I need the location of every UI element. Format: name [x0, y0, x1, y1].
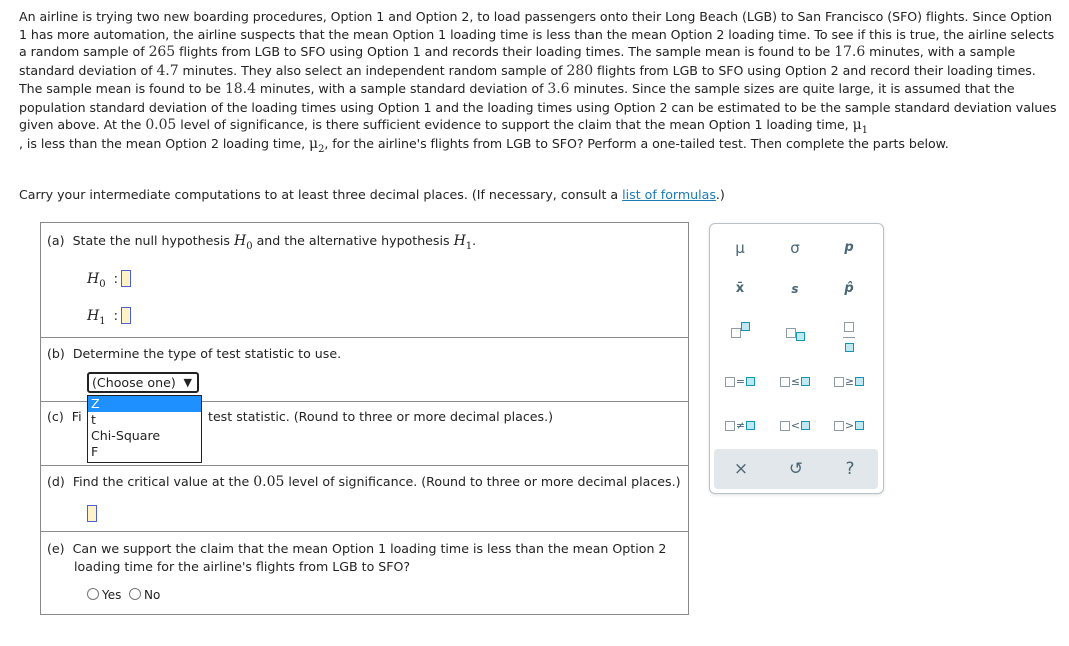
problem-text: flights from LGB to SFO using Option 1 a…	[175, 44, 835, 59]
h0-label: H0	[87, 270, 106, 290]
part-a: (a) State the null hypothesis H0 and the…	[41, 223, 688, 337]
superscript-button[interactable]	[715, 317, 765, 347]
part-c-label: (c)	[47, 409, 64, 424]
instructions: Carry your intermediate computations to …	[19, 187, 725, 202]
less-than-button[interactable]: <	[770, 410, 820, 440]
s-button[interactable]: s	[770, 274, 820, 304]
h1-symbol: H1	[453, 233, 473, 252]
radio-yes[interactable]: Yes	[87, 588, 121, 602]
problem-text: , is less than the mean Option 2 loading…	[19, 135, 310, 151]
equals-button[interactable]: =	[715, 366, 765, 396]
option-f[interactable]: F	[88, 444, 201, 460]
sigma-button[interactable]: σ	[770, 233, 820, 263]
base-box-icon	[730, 327, 741, 338]
part-d-text: Find the critical value at the	[72, 474, 254, 489]
yes-no-radio-group: Yes No	[87, 588, 160, 602]
problem-text: minutes. They also select an independent…	[178, 62, 567, 78]
subscript-box-icon	[795, 332, 805, 341]
n2-value: 280	[566, 62, 594, 79]
mu-button[interactable]: μ	[715, 233, 765, 263]
sd2-value: 3.6	[547, 81, 570, 97]
palette-footer: × ↺ ?	[714, 449, 878, 489]
part-c-text-end: test statistic. (Round to three or more …	[208, 409, 554, 424]
exponent-box-icon	[740, 322, 750, 331]
part-a-label: (a)	[47, 233, 65, 248]
alt-hypothesis-input[interactable]	[120, 307, 131, 324]
numerator-box-icon	[844, 321, 854, 332]
critical-value-input[interactable]	[87, 505, 97, 522]
null-hypothesis-row: H0:	[87, 270, 131, 290]
question-box: (a) State the null hypothesis H0 and the…	[40, 222, 689, 615]
h0-symbol: H0	[233, 233, 253, 252]
part-d-prompt: (d) Find the critical value at the 0.05 …	[47, 474, 681, 490]
fraction-button[interactable]	[824, 317, 874, 352]
formulas-link[interactable]: list of formulas	[622, 187, 716, 202]
math-palette: μ σ p x̄ s p̂ = ≤ ≥ ≠ < > × ↺ ?	[709, 223, 884, 494]
test-statistic-select[interactable]: (Choose one) ▼	[87, 372, 199, 393]
less-equal-button[interactable]: ≤	[770, 366, 820, 396]
part-d-alpha: 0.05	[253, 474, 285, 490]
h1-label: H1	[87, 307, 106, 327]
clear-icon[interactable]: ×	[716, 454, 766, 484]
subscript-button[interactable]	[770, 317, 820, 347]
part-a-prompt: (a) State the null hypothesis H0 and the…	[47, 233, 477, 252]
test-statistic-dropdown: Z t Chi-Square F	[87, 395, 202, 463]
option-t[interactable]: t	[88, 412, 201, 428]
radio-yes-label: Yes	[102, 588, 122, 602]
part-e-prompt: (e) Can we support the claim that the me…	[47, 540, 666, 576]
sd1-value: 4.7	[156, 62, 179, 79]
option-chi-square[interactable]: Chi-Square	[88, 428, 201, 444]
x-bar-button[interactable]: x̄	[715, 274, 765, 304]
part-e-text-line1: Can we support the claim that the mean O…	[72, 541, 667, 556]
part-c-prompt: (c) Fi test statistic. (Round to three o…	[47, 409, 553, 424]
part-e-label: (e)	[47, 541, 65, 556]
dropdown-arrow-icon: ▼	[183, 376, 192, 389]
part-c-text-start: Fi	[71, 409, 82, 424]
denominator-box-icon	[844, 342, 854, 352]
part-d: (d) Find the critical value at the 0.05 …	[41, 465, 688, 532]
problem-text: level of significance, is there sufficie…	[176, 117, 853, 132]
undo-icon[interactable]: ↺	[771, 454, 821, 484]
radio-yes-circle[interactable]	[87, 588, 99, 600]
n1-value: 265	[148, 44, 176, 60]
fraction-bar-icon	[843, 336, 855, 338]
base-box-icon	[785, 327, 796, 338]
part-e: (e) Can we support the claim that the me…	[41, 531, 688, 615]
part-d-text-end: level of significance. (Round to three o…	[284, 474, 681, 489]
help-icon[interactable]: ?	[825, 454, 875, 484]
greater-equal-button[interactable]: ≥	[824, 366, 874, 396]
instructions-text-end: .)	[715, 187, 725, 202]
p-button[interactable]: p	[824, 233, 874, 263]
not-equal-button[interactable]: ≠	[715, 410, 765, 440]
part-e-text-line2: loading time for the airline's flights f…	[74, 559, 411, 574]
radio-no[interactable]: No	[129, 588, 160, 602]
option-z[interactable]: Z	[88, 396, 201, 412]
problem-statement: An airline is trying two new boarding pr…	[19, 8, 1059, 154]
part-a-text: State the null hypothesis	[72, 233, 234, 248]
part-b-text: Determine the type of test statistic to …	[72, 346, 342, 361]
problem-text: , for the airline's flights from LGB to …	[324, 135, 949, 151]
mu2-symbol: μ	[309, 135, 319, 152]
mean1-value: 17.6	[834, 44, 866, 60]
part-a-text: and the alternative hypothesis	[252, 233, 454, 248]
null-hypothesis-input[interactable]	[120, 270, 131, 287]
greater-than-button[interactable]: >	[824, 410, 874, 440]
mu1-symbol: μ	[852, 117, 862, 133]
part-d-label: (d)	[47, 474, 65, 489]
part-a-period: .	[472, 233, 477, 248]
radio-no-circle[interactable]	[129, 588, 142, 600]
mean2-value: 18.4	[224, 81, 256, 97]
select-value: (Choose one)	[92, 375, 176, 390]
instructions-text: Carry your intermediate computations to …	[19, 187, 623, 202]
mu1-subscript: 1	[861, 125, 868, 136]
part-b-prompt: (b) Determine the type of test statistic…	[47, 346, 341, 361]
alt-hypothesis-row: H1:	[87, 307, 131, 327]
part-b-label: (b)	[47, 346, 65, 361]
p-hat-button[interactable]: p̂	[824, 274, 874, 304]
alpha-value: 0.05	[145, 117, 177, 133]
problem-text: minutes, with a sample standard deviatio…	[255, 81, 548, 96]
radio-no-label: No	[144, 588, 161, 602]
